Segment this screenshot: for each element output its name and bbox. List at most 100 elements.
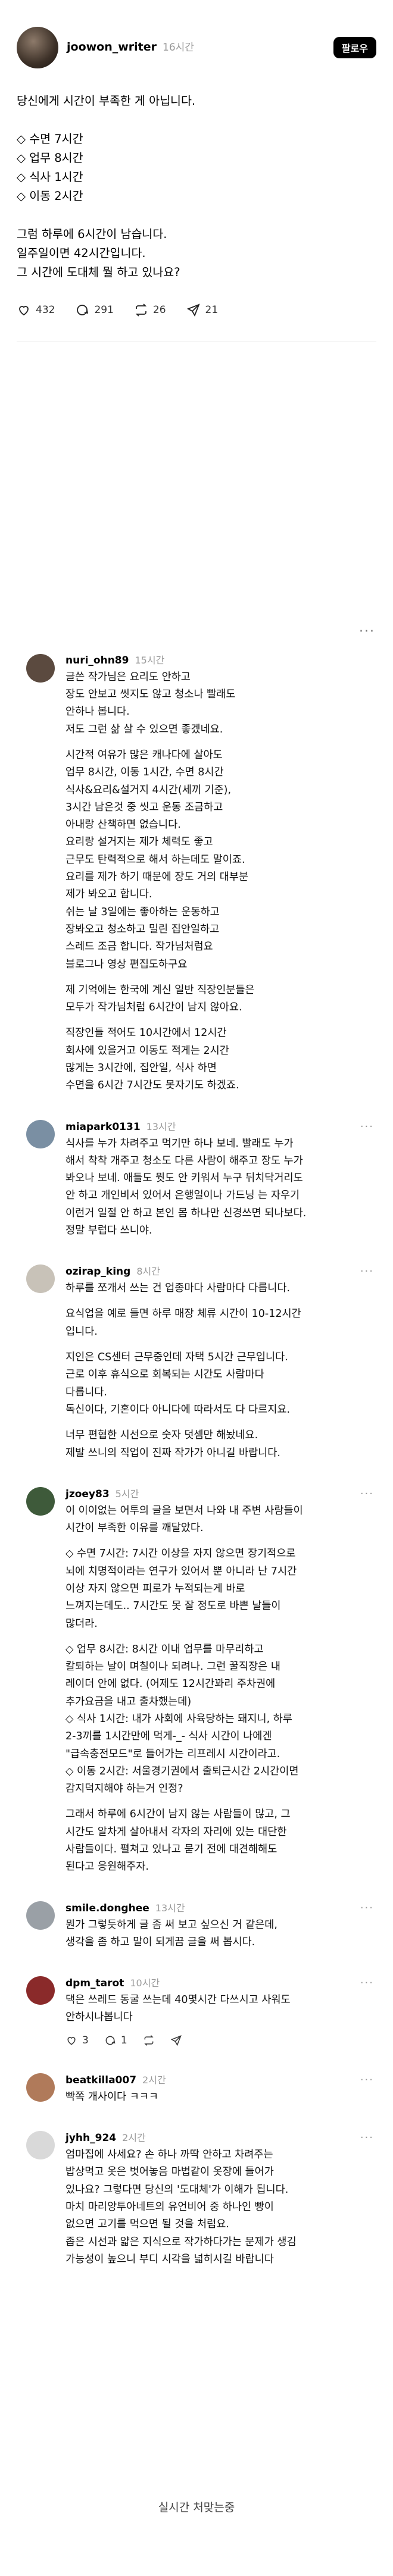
comment-header: jyhh_924 2시간 ··· <box>66 2130 374 2146</box>
comment-line: 스레드 조금 합니다. 작가님처럼요 <box>66 941 213 953</box>
more-options-icon[interactable]: ··· <box>360 1119 374 1135</box>
avatar[interactable] <box>26 1264 55 1294</box>
comment-line: 근무도 탄력적으로 해서 하는데도 말이죠. <box>66 853 245 866</box>
comment-button[interactable]: 291 <box>75 302 114 318</box>
comment-username[interactable]: ozirap_king <box>66 1264 130 1279</box>
comment-paragraph: 빡쪽 개사이다 ㅋㅋㅋ <box>66 2089 374 2106</box>
more-options-icon[interactable]: ··· <box>360 2072 374 2089</box>
comment-line: 해서 착착 개주고 청소도 다른 사람이 해주고 장도 누가 <box>66 1154 303 1167</box>
share-button[interactable] <box>170 2033 182 2048</box>
comment-line: 생각을 좀 하고 말이 되게끔 글을 써 봅시다. <box>66 1936 255 1948</box>
comment-content: smile.donghee 13시간 ··· 뭔가 그렇듯하게 글 좀 써 보고… <box>66 1900 374 1951</box>
comment-line: 제가 봐오고 합니다. <box>66 888 152 901</box>
more-options-icon[interactable]: ··· <box>360 1263 374 1280</box>
comment-line: 업무 8시간, 이동 1시간, 수면 8시간 <box>66 766 224 779</box>
comment-paragraph: 하루를 쪼개서 쓰는 건 업종마다 사람마다 다릅니다. <box>66 1280 374 1297</box>
comment-username[interactable]: nuri_ohn89 <box>66 653 129 668</box>
comment-line: 댁은 쓰레드 동굴 쓰는데 40몇시간 다쓰시고 사워도 <box>66 1994 291 2007</box>
comment-username[interactable]: jzoey83 <box>66 1486 110 1502</box>
comment: ozirap_king 8시간 ··· 하루를 쪼개서 쓰는 건 업종마다 사람… <box>0 1263 393 1462</box>
post-username[interactable]: joowon_writer <box>67 39 157 56</box>
like-count: 432 <box>36 304 55 316</box>
comment: smile.donghee 13시간 ··· 뭔가 그렇듯하게 글 좀 써 보고… <box>0 1900 393 1951</box>
avatar[interactable] <box>26 1976 55 2005</box>
like-button[interactable]: 3 <box>66 2033 89 2048</box>
comment-content: dpm_tarot 10시간 ··· 댁은 쓰레드 동굴 쓰는데 40몇시간 다… <box>66 1975 374 2048</box>
more-options-icon[interactable]: ··· <box>360 2130 374 2146</box>
comment-line: 쉬는 날 3일에는 좋아하는 운동하고 <box>66 906 220 918</box>
comment-username[interactable]: miapark0131 <box>66 1119 141 1135</box>
comment-line: 봐오나 보네. 애들도 뭣도 안 키워서 누구 뒤치닥거리도 <box>66 1172 303 1185</box>
repost-count: 26 <box>152 304 166 316</box>
comment-line: 레이더 안에 없다. (어제도 12시간꽈리 주차권에 <box>66 1678 276 1691</box>
comment-line: 아내랑 산책하면 없습니다. <box>66 819 181 831</box>
comment-line: 회사에 있을거고 이동도 적게는 2시간 <box>66 1044 229 1057</box>
post-line <box>17 206 376 225</box>
comment-header: beatkilla007 2시간 ··· <box>66 2072 374 2089</box>
comment-line: 칼퇴하는 날이 며칠이나 되려나. 그런 꿀직장은 내 <box>66 1661 280 1673</box>
more-options-icon[interactable]: ··· <box>0 622 393 653</box>
comment-line: 지인은 CS센터 근무중인데 자택 5시간 근무입니다. <box>66 1351 288 1364</box>
repost-button[interactable] <box>143 2033 155 2048</box>
comment-username[interactable]: smile.donghee <box>66 1901 149 1916</box>
comment-paragraph: 제 기억에는 한국에 계신 일반 직장인분들은 모두가 작가님처럼 6시간이 남… <box>66 982 374 1017</box>
comment-line: 사람들이다. 펼쳐고 있나고 묻기 전에 대견해해도 <box>66 1843 277 1856</box>
comment-line: 요리를 제가 하기 때문에 장도 거의 대부분 <box>66 871 249 884</box>
comment-line: 식사&요리&설거지 4시간(세끼 기준), <box>66 784 232 796</box>
comment-time: 2시간 <box>122 2132 146 2144</box>
comment-line: 된다고 응원해주자. <box>66 1861 149 1873</box>
comment-paragraph: 이 이이없는 어투의 글을 보면서 나와 내 주변 사람들이 시간이 부족한 이… <box>66 1503 374 1538</box>
post-line: ◇ 수면 7시간 <box>17 132 83 146</box>
comment-line: 좁은 시선과 얇은 지식으로 작가하다가는 문제가 생김 <box>66 2236 297 2248</box>
avatar[interactable] <box>17 27 58 68</box>
comment-line: 식사를 누가 차려주고 먹기만 하나 보네. 빨래도 누가 <box>66 1137 294 1150</box>
comment-line: 모두가 작가님처럼 6시간이 남지 않아요. <box>66 1001 242 1014</box>
post-user-info: joowon_writer 16시간 <box>67 39 333 56</box>
avatar[interactable] <box>26 2073 55 2102</box>
comment-line: 글쓴 작가님은 요리도 안하고 <box>66 671 191 683</box>
comment-header: dpm_tarot 10시간 ··· <box>66 1975 374 1992</box>
comment-username[interactable]: dpm_tarot <box>66 1976 124 1991</box>
more-options-icon[interactable]: ··· <box>360 1900 374 1917</box>
comment-paragraph: 지인은 CS센터 근무중인데 자택 5시간 근무입니다. 근로 이후 휴식으로 … <box>66 1349 374 1419</box>
comment-line: 정말 부럽다 쓰니야. <box>66 1224 152 1237</box>
comment-line: ◇ 수면 7시간: 7시간 이상을 자지 않으면 장기적으로 <box>66 1548 296 1560</box>
comment-paragraph: ◇ 수면 7시간: 7시간 이상을 자지 않으면 장기적으로 뇌에 치명적이라는… <box>66 1545 374 1632</box>
comment-header: ozirap_king 8시간 ··· <box>66 1263 374 1280</box>
comment-line: 제발 쓰니의 직업이 진짜 작가가 아니길 바랍니다. <box>66 1447 280 1459</box>
comment-line: 안하시나봅니다 <box>66 2011 133 2024</box>
repost-button[interactable]: 26 <box>134 302 166 318</box>
avatar[interactable] <box>26 1486 55 1516</box>
more-options-icon[interactable]: ··· <box>360 1486 374 1503</box>
comment-content: jyhh_924 2시간 ··· 엄마집에 사세요? 손 하나 까딱 안하고 차… <box>66 2130 374 2268</box>
post-line: 당신에게 시간이 부족한 게 아닙니다. <box>17 94 196 108</box>
comment-paragraph: 직장인들 적어도 10시간에서 12시간 회사에 있을거고 이동도 적게는 2시… <box>66 1025 374 1094</box>
more-options-icon[interactable]: ··· <box>360 1975 374 1992</box>
like-button[interactable]: 432 <box>17 302 55 318</box>
comment-line: 엄마집에 사세요? 손 하나 까딱 안하고 차려주는 <box>66 2149 273 2161</box>
comment-paragraph: 글쓴 작가님은 요리도 안하고 장도 안보고 씻지도 않고 청소나 빨래도 안하… <box>66 669 374 738</box>
comment-line: 뇌에 치명적이라는 연구가 있어서 뿐 아니라 난 7시간 <box>66 1565 297 1577</box>
avatar[interactable] <box>26 1119 55 1148</box>
comment-line: 감지덕지해야 하는거 인정? <box>66 1783 183 1795</box>
comment-button[interactable]: 1 <box>104 2033 127 2048</box>
avatar[interactable] <box>26 654 55 683</box>
follow-button[interactable]: 팔로우 <box>333 37 376 58</box>
comment: nuri_ohn89 15시간 글쓴 작가님은 요리도 안하고 장도 안보고 씻… <box>0 653 393 1094</box>
post-header: joowon_writer 16시간 팔로우 <box>17 24 376 71</box>
share-button[interactable]: 21 <box>186 302 218 318</box>
comment-line: 하루를 쪼개서 쓰는 건 업종마다 사람마다 다릅니다. <box>66 1282 291 1295</box>
comment-paragraph: 뭔가 그렇듯하게 글 좀 써 보고 싶으신 거 같은데, 생각을 좀 하고 말이… <box>66 1917 374 1952</box>
avatar[interactable] <box>26 2131 55 2160</box>
avatar[interactable] <box>26 1901 55 1930</box>
blank-gap <box>0 342 393 622</box>
comment-line: 3시간 남은것 중 씻고 운동 조금하고 <box>66 801 223 813</box>
comment-time: 13시간 <box>155 1902 185 1914</box>
comment-line: 뭔가 그렇듯하게 글 좀 써 보고 싶으신 거 같은데, <box>66 1918 277 1931</box>
comment-username[interactable]: jyhh_924 <box>66 2130 116 2146</box>
comment-paragraph: 댁은 쓰레드 동굴 쓰는데 40몇시간 다쓰시고 사워도 안하시나봅니다 <box>66 1992 374 2027</box>
comment-line: 시간적 여유가 많은 캐나다에 살아도 <box>66 749 223 761</box>
comment-time: 2시간 <box>142 2074 166 2086</box>
comment-line: 이상 자지 않으면 피로가 누적되는게 바로 <box>66 1582 245 1595</box>
comment-username[interactable]: beatkilla007 <box>66 2073 136 2088</box>
